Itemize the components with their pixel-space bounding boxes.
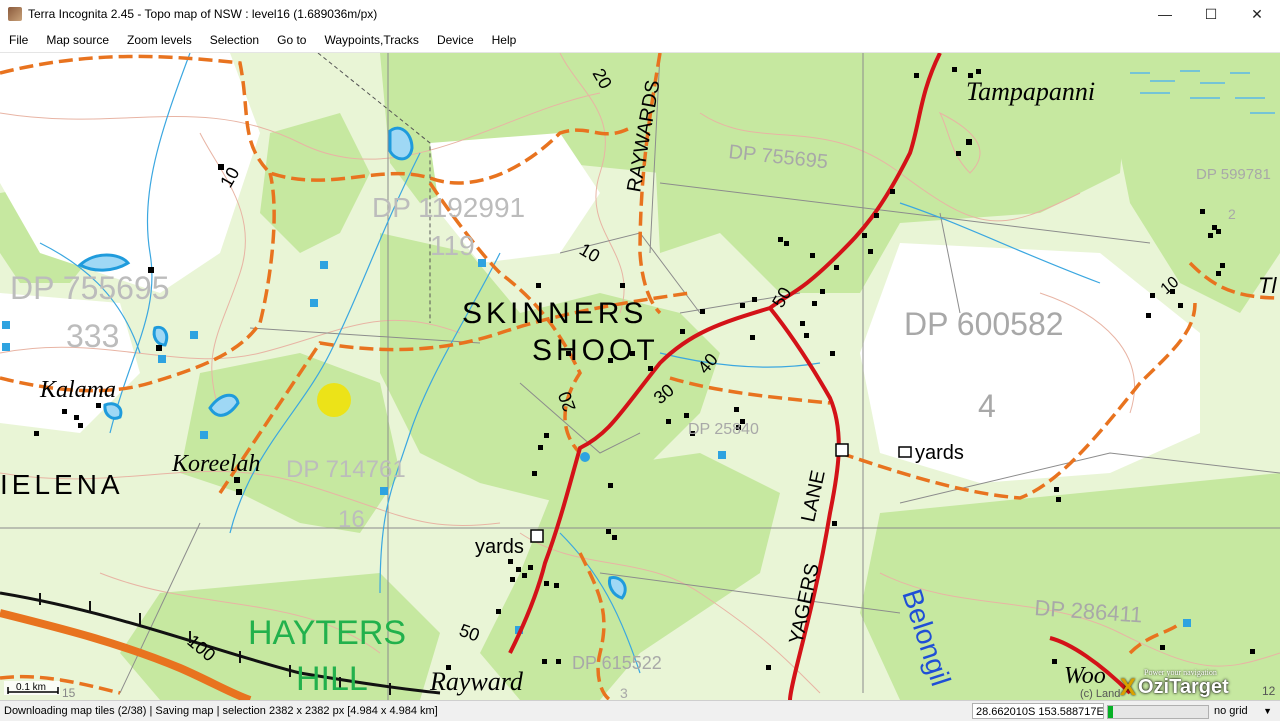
window-controls: — ☐ ✕	[1142, 0, 1280, 28]
label-lot-dp600582: DP 600582	[904, 306, 1064, 342]
label-lot-dp755695-left: DP 755695	[10, 270, 170, 306]
chevron-down-icon: ▼	[1263, 706, 1272, 716]
label-yagers: YAGERS	[785, 561, 824, 646]
label-helena: IELENA	[0, 469, 124, 500]
cursor-coordinates: 28.662010S 153.588717E	[972, 703, 1104, 719]
grid-select[interactable]: no grid ▼	[1210, 703, 1276, 719]
label-skinners: SKINNERS	[462, 297, 647, 330]
cursor-highlight	[317, 383, 351, 417]
label-koreelah: Koreelah	[171, 451, 260, 477]
menu-help[interactable]: Help	[483, 28, 526, 52]
label-lot-3: 3	[620, 685, 628, 700]
label-lot-dp615522: DP 615522	[572, 653, 662, 673]
label-lot-dp714761: DP 714761	[286, 456, 406, 483]
label-yards-1: yards	[475, 536, 524, 558]
label-shoot: SHOOT	[532, 334, 659, 367]
label-tampapanni: Tampapanni	[966, 77, 1095, 106]
label-tl: Tl	[1258, 273, 1277, 298]
label-kalama: Kalama	[39, 377, 116, 403]
label-hill: HILL	[296, 660, 368, 698]
label-copyright: (c) Land	[1080, 688, 1120, 700]
contour-label-15: 15	[62, 686, 76, 700]
label-rayward: Rayward	[429, 667, 524, 696]
map-canvas[interactable]: SKINNERS SHOOT IELENA HAYTERS HILL Kalam…	[0, 53, 1280, 700]
label-yards-2: yards	[915, 442, 964, 464]
label-lot-16: 16	[338, 506, 365, 533]
ozitarget-watermark: Power your navigation X OziTarget	[1120, 666, 1270, 700]
menu-bar: File Map source Zoom levels Selection Go…	[0, 28, 1280, 53]
label-lot-dp599781: DP 599781	[1196, 166, 1271, 183]
download-progress-bar	[1107, 705, 1209, 719]
menu-device[interactable]: Device	[428, 28, 483, 52]
menu-selection[interactable]: Selection	[201, 28, 268, 52]
progress-fill	[1108, 706, 1113, 718]
label-hayters: HAYTERS	[248, 614, 406, 652]
watermark-brand: OziTarget	[1138, 676, 1229, 698]
menu-waypoints-tracks[interactable]: Waypoints,Tracks	[315, 28, 427, 52]
contour-label-50b: 50	[457, 620, 483, 646]
title-bar: Terra Incognita 2.45 - Topo map of NSW :…	[0, 0, 1280, 28]
topo-map[interactable]: SKINNERS SHOOT IELENA HAYTERS HILL Kalam…	[0, 53, 1280, 700]
label-lot-333: 333	[66, 318, 119, 354]
maximize-button[interactable]: ☐	[1188, 0, 1234, 28]
window-title: Terra Incognita 2.45 - Topo map of NSW :…	[28, 7, 378, 21]
status-message: Downloading map tiles (2/38) | Saving ma…	[4, 705, 438, 717]
label-lot-4: 4	[978, 388, 996, 424]
menu-go-to[interactable]: Go to	[268, 28, 315, 52]
minimize-button[interactable]: —	[1142, 0, 1188, 28]
label-lot-dp1192991: DP 1192991	[372, 192, 525, 223]
scale-bar: 0.1 km	[4, 681, 60, 695]
menu-file[interactable]: File	[0, 28, 37, 52]
label-wood: Woo	[1064, 663, 1106, 689]
menu-zoom-levels[interactable]: Zoom levels	[118, 28, 201, 52]
scale-label: 0.1 km	[16, 682, 46, 693]
label-lot-dp25840: DP 25840	[688, 421, 759, 438]
menu-map-source[interactable]: Map source	[37, 28, 118, 52]
label-lane: LANE	[797, 468, 829, 524]
grid-select-value: no grid	[1214, 705, 1248, 717]
app-icon	[8, 7, 22, 21]
label-lot-119: 119	[430, 230, 475, 261]
status-bar: Downloading map tiles (2/38) | Saving ma…	[0, 700, 1280, 721]
label-lot-2: 2	[1228, 206, 1236, 222]
watermark-x-logo: X	[1120, 674, 1137, 700]
close-button[interactable]: ✕	[1234, 0, 1280, 28]
